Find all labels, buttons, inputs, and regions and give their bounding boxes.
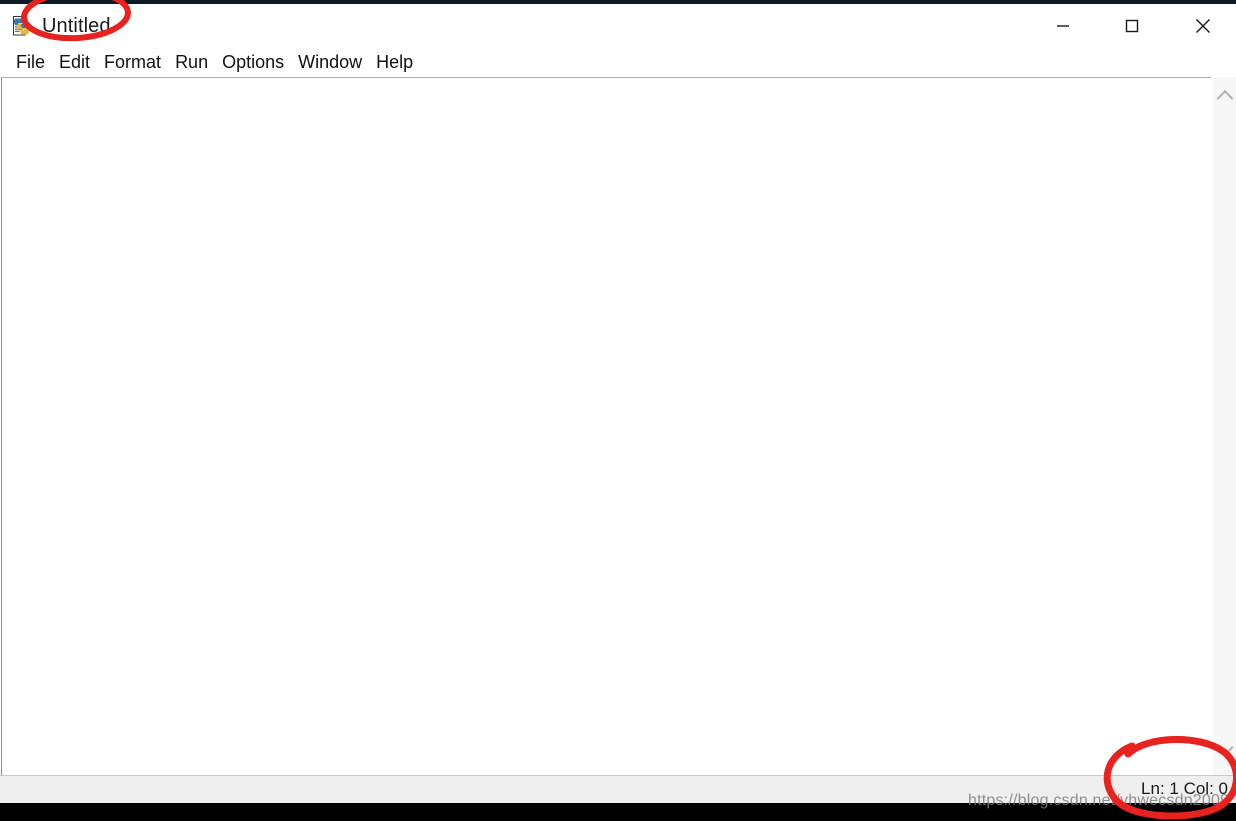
menu-item-edit[interactable]: Edit <box>52 48 97 76</box>
python-idle-document-icon <box>10 14 34 38</box>
vertical-scrollbar[interactable] <box>1212 77 1236 775</box>
close-icon <box>1196 19 1210 33</box>
menu-item-help[interactable]: Help <box>369 48 420 76</box>
scroll-down-button[interactable] <box>1213 737 1236 761</box>
code-text-content <box>2 78 1211 82</box>
maximize-icon <box>1125 19 1139 33</box>
minimize-button[interactable] <box>1040 4 1086 48</box>
close-button[interactable] <box>1180 4 1226 48</box>
menu-item-options[interactable]: Options <box>215 48 291 76</box>
idle-editor-window: Untitled File Edit Format Run Options Wi… <box>0 0 1236 821</box>
scroll-up-button[interactable] <box>1213 85 1236 109</box>
menu-bar: File Edit Format Run Options Window Help <box>0 48 1236 76</box>
menu-item-window[interactable]: Window <box>291 48 369 76</box>
window-controls <box>1040 4 1236 48</box>
window-title: Untitled <box>42 14 111 37</box>
code-text-area[interactable] <box>1 77 1211 775</box>
title-bar: Untitled <box>0 4 1236 48</box>
chevron-up-icon <box>1216 89 1234 107</box>
minimize-icon <box>1057 25 1069 27</box>
title-bar-left: Untitled <box>10 4 111 48</box>
editor-area <box>0 77 1236 775</box>
menu-item-run[interactable]: Run <box>168 48 215 76</box>
chevron-down-icon <box>1216 739 1234 757</box>
menu-item-format[interactable]: Format <box>97 48 168 76</box>
maximize-button[interactable] <box>1109 4 1155 48</box>
menu-item-file[interactable]: File <box>9 48 52 76</box>
watermark-text: https://blog.csdn.net/yhwecsdn2009 <box>968 792 1230 809</box>
